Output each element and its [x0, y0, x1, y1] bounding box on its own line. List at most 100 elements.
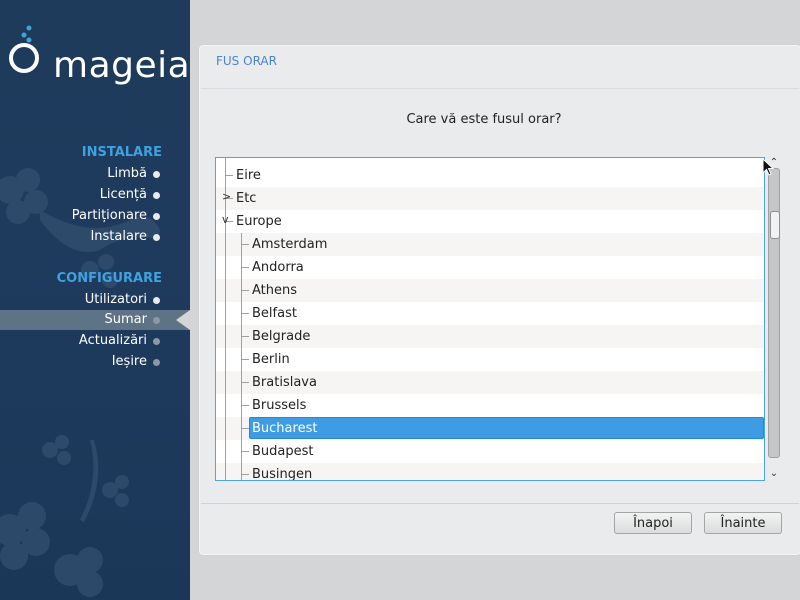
status-dot-icon — [153, 338, 160, 345]
logo-text: mageia — [53, 45, 190, 86]
tree-line — [225, 325, 226, 348]
divider — [201, 88, 799, 89]
tree-row[interactable]: Budapest — [216, 440, 764, 463]
tree-line — [241, 428, 249, 429]
tree-row-selected[interactable]: Bucharest — [216, 417, 764, 440]
tree-row[interactable]: Berlin — [216, 348, 764, 371]
mageia-logo: mageia — [8, 24, 190, 84]
tree-line — [225, 371, 226, 394]
nav-item-instalare[interactable]: Instalare — [0, 227, 190, 247]
tree-row[interactable]: v Europe — [216, 210, 764, 233]
tree-row[interactable]: Bratislava — [216, 371, 764, 394]
tree-line — [225, 256, 226, 279]
nav-item-label: Ieșire — [111, 354, 147, 369]
tree-row-label: Bratislava — [252, 375, 317, 390]
nav-item-utilizatori[interactable]: Utilizatori — [0, 290, 190, 310]
status-dot-icon — [153, 192, 160, 199]
main-panel: FUS ORAR Care vă este fusul orar? Eire > E… — [199, 45, 800, 555]
scrollbar-thumb[interactable] — [770, 211, 780, 239]
tree-row-label: Busingen — [252, 467, 313, 481]
tree-row[interactable]: Athens — [216, 279, 764, 302]
tree-line — [225, 302, 226, 325]
tree-line — [241, 336, 249, 337]
nav-item-label: Limbă — [107, 166, 147, 181]
status-dot-icon — [153, 234, 160, 241]
nav-item-label: Actualizări — [78, 333, 147, 348]
mouse-cursor-icon — [762, 158, 774, 176]
nav-item-iesire[interactable]: Ieșire — [0, 352, 190, 372]
tree-row[interactable]: > Etc — [216, 187, 764, 210]
divider — [201, 503, 799, 504]
status-dot-icon — [153, 171, 160, 178]
active-pointer-icon — [176, 310, 190, 330]
tree-line — [225, 463, 226, 480]
question-label: Care vă este fusul orar? — [406, 112, 562, 127]
tree-line — [241, 290, 249, 291]
tree-row[interactable]: Brussels — [216, 394, 764, 417]
nav-item-label: Utilizatori — [84, 292, 147, 307]
tree-line — [241, 359, 249, 360]
nav-item-limba[interactable]: Limbă — [0, 164, 190, 184]
next-button[interactable]: Înainte — [704, 512, 782, 534]
flower-decoration-icon — [0, 435, 129, 597]
tree-line — [225, 233, 226, 256]
tree-line — [225, 440, 226, 463]
tree-line — [225, 417, 226, 440]
nav-item-label: Sumar — [104, 312, 147, 327]
tree-line — [241, 463, 242, 480]
tree-row[interactable]: Eire — [216, 164, 764, 187]
tree-row[interactable]: Andorra — [216, 256, 764, 279]
tree-row-label: Etc — [236, 191, 257, 206]
tree-row[interactable]: Belfast — [216, 302, 764, 325]
tree-line — [225, 348, 226, 371]
tree-row-label: Athens — [252, 283, 298, 298]
status-dot-icon — [153, 317, 160, 324]
tree-line — [241, 313, 249, 314]
tree-row-label: Amsterdam — [252, 237, 328, 252]
tree-line — [241, 451, 249, 452]
collapse-arrow-icon[interactable]: v — [222, 213, 229, 226]
nav-item-label: Licență — [99, 187, 147, 202]
status-dot-icon — [153, 213, 160, 220]
nav-item-sumar[interactable]: Sumar — [0, 310, 190, 330]
tree-row-label: Belfast — [252, 306, 297, 321]
tree-row[interactable]: Amsterdam — [216, 233, 764, 256]
tree-row-label: Brussels — [252, 398, 307, 413]
expand-arrow-icon[interactable]: > — [222, 190, 231, 203]
tree-row-label: Europe — [236, 214, 282, 229]
tree-row[interactable]: Busingen — [216, 463, 764, 481]
tree-row-label: Eire — [236, 168, 261, 183]
timezone-tree[interactable]: Eire > Etc v Europe Amsterdam Andorra Athens Bel… — [215, 157, 765, 481]
back-button[interactable]: Înapoi — [614, 512, 692, 534]
scrollbar[interactable] — [768, 168, 780, 458]
tree-row-label: Budapest — [252, 444, 314, 459]
sidebar: mageia INSTALARE Limbă Licență Partițion… — [0, 0, 190, 600]
tree-row[interactable]: Belgrade — [216, 325, 764, 348]
mageia-logo-icon — [9, 25, 39, 73]
tree-line — [225, 394, 226, 417]
tree-row-label: Andorra — [252, 260, 304, 275]
nav-item-licenta[interactable]: Licență — [0, 185, 190, 205]
section-title-instalare: INSTALARE — [81, 145, 162, 160]
installer-window: mageia INSTALARE Limbă Licență Partițion… — [0, 0, 800, 600]
tree-line — [225, 175, 233, 176]
tree-row-label: Berlin — [252, 352, 290, 367]
tree-line — [241, 474, 249, 475]
tree-line — [241, 382, 249, 383]
nav-item-label: Partiționare — [71, 208, 147, 223]
status-dot-icon — [153, 359, 160, 366]
nav-item-label: Instalare — [90, 229, 147, 244]
status-dot-icon — [153, 297, 160, 304]
tree-line — [241, 244, 249, 245]
nav-item-partitionare[interactable]: Partiționare — [0, 206, 190, 226]
tree-line — [225, 279, 226, 302]
scroll-down-icon[interactable]: ⌄ — [768, 468, 780, 480]
tree-line — [241, 267, 249, 268]
nav-item-actualizari[interactable]: Actualizări — [0, 331, 190, 351]
tree-row-label: Bucharest — [252, 421, 318, 436]
section-title-configurare: CONFIGURARE — [56, 271, 162, 286]
selection-highlight — [249, 417, 764, 439]
tree-row-label: Belgrade — [252, 329, 311, 344]
tree-line — [241, 405, 249, 406]
page-title: FUS ORAR — [216, 54, 277, 68]
